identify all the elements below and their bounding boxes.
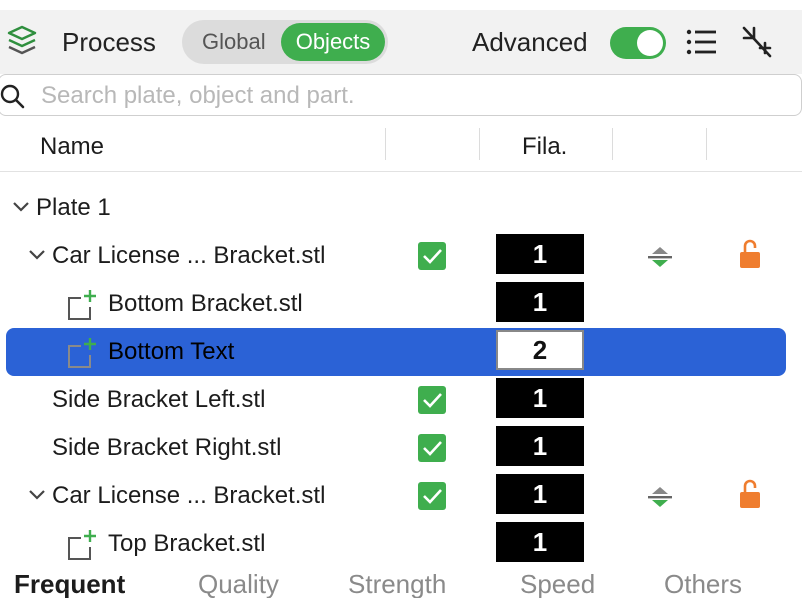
part-label: Bottom Text — [108, 338, 235, 365]
checkbox-checked-icon[interactable] — [418, 482, 446, 510]
part-label: Bottom Bracket.stl — [108, 290, 303, 317]
add-part-icon — [68, 338, 96, 368]
tree-row-object[interactable]: Car License ... Bracket.stl 1 — [0, 232, 802, 280]
plate-label: Plate 1 — [36, 194, 111, 221]
tab-quality[interactable]: Quality — [198, 569, 279, 598]
tab-others[interactable]: Others — [664, 569, 742, 598]
filament-cell[interactable]: 1 — [496, 378, 584, 418]
search-icon — [0, 84, 25, 109]
add-part-icon — [68, 530, 96, 560]
process-title: Process — [62, 27, 156, 57]
segment-global[interactable]: Global — [202, 30, 266, 54]
tab-frequent[interactable]: Frequent — [14, 569, 125, 598]
search-bar — [0, 74, 802, 116]
tab-speed[interactable]: Speed — [520, 569, 595, 598]
tree-row-object[interactable]: Side Bracket Right.stl 1 — [0, 424, 802, 472]
tree-row-part[interactable]: Top Bracket.stl 1 — [0, 520, 802, 568]
filament-cell[interactable]: 2 — [496, 330, 584, 370]
tree-row-part[interactable]: Bottom Bracket.stl 1 — [0, 280, 802, 328]
checkbox-checked-icon[interactable] — [418, 386, 446, 414]
filament-cell[interactable]: 1 — [496, 234, 584, 274]
column-divider[interactable] — [385, 128, 386, 160]
checkbox-checked-icon[interactable] — [418, 242, 446, 270]
scope-segmented-control[interactable]: Global Objects — [182, 20, 388, 64]
object-label: Side Bracket Left.stl — [52, 386, 266, 413]
column-divider[interactable] — [612, 128, 613, 160]
object-label: Side Bracket Right.stl — [52, 434, 282, 461]
column-filament[interactable]: Fila. — [522, 133, 567, 161]
add-part-icon — [68, 290, 96, 320]
tree-row-plate[interactable]: Plate 1 — [0, 184, 802, 232]
column-name[interactable]: Name — [40, 133, 104, 161]
object-label: Car License ... Bracket.stl — [52, 482, 326, 509]
tab-strength[interactable]: Strength — [348, 569, 446, 598]
lock-open-icon[interactable] — [738, 478, 762, 510]
tree-row-object[interactable]: Side Bracket Left.stl 1 — [0, 376, 802, 424]
advanced-toggle[interactable] — [610, 27, 666, 59]
plane-cut-icon[interactable] — [646, 242, 674, 270]
settings-tabs: Frequent Quality Strength Speed Others — [0, 566, 802, 598]
chevron-down-icon[interactable] — [12, 200, 30, 214]
list-icon[interactable] — [686, 28, 718, 56]
collapse-icon[interactable] — [740, 24, 774, 60]
tree-row-part-selected[interactable]: Bottom Text 2 — [0, 328, 802, 376]
object-label: Car License ... Bracket.stl — [52, 242, 326, 269]
segment-objects[interactable]: Objects — [281, 23, 385, 61]
checkbox-checked-icon[interactable] — [418, 434, 446, 462]
filament-cell[interactable]: 1 — [496, 426, 584, 466]
column-header: Name Fila. — [0, 126, 802, 172]
tree-row-object[interactable]: Car License ... Bracket.stl 1 — [0, 472, 802, 520]
column-divider[interactable] — [479, 128, 480, 160]
advanced-label: Advanced — [472, 27, 588, 57]
filament-cell[interactable]: 1 — [496, 522, 584, 562]
part-label: Top Bracket.stl — [108, 530, 266, 557]
toggle-knob — [637, 30, 663, 56]
layers-icon — [7, 25, 37, 55]
filament-cell[interactable]: 1 — [496, 282, 584, 322]
chevron-down-icon[interactable] — [28, 248, 46, 262]
search-input[interactable] — [41, 81, 781, 111]
column-divider[interactable] — [706, 128, 707, 160]
chevron-down-icon[interactable] — [28, 488, 46, 502]
lock-open-icon[interactable] — [738, 238, 762, 270]
filament-cell[interactable]: 1 — [496, 474, 584, 514]
plane-cut-icon[interactable] — [646, 482, 674, 510]
